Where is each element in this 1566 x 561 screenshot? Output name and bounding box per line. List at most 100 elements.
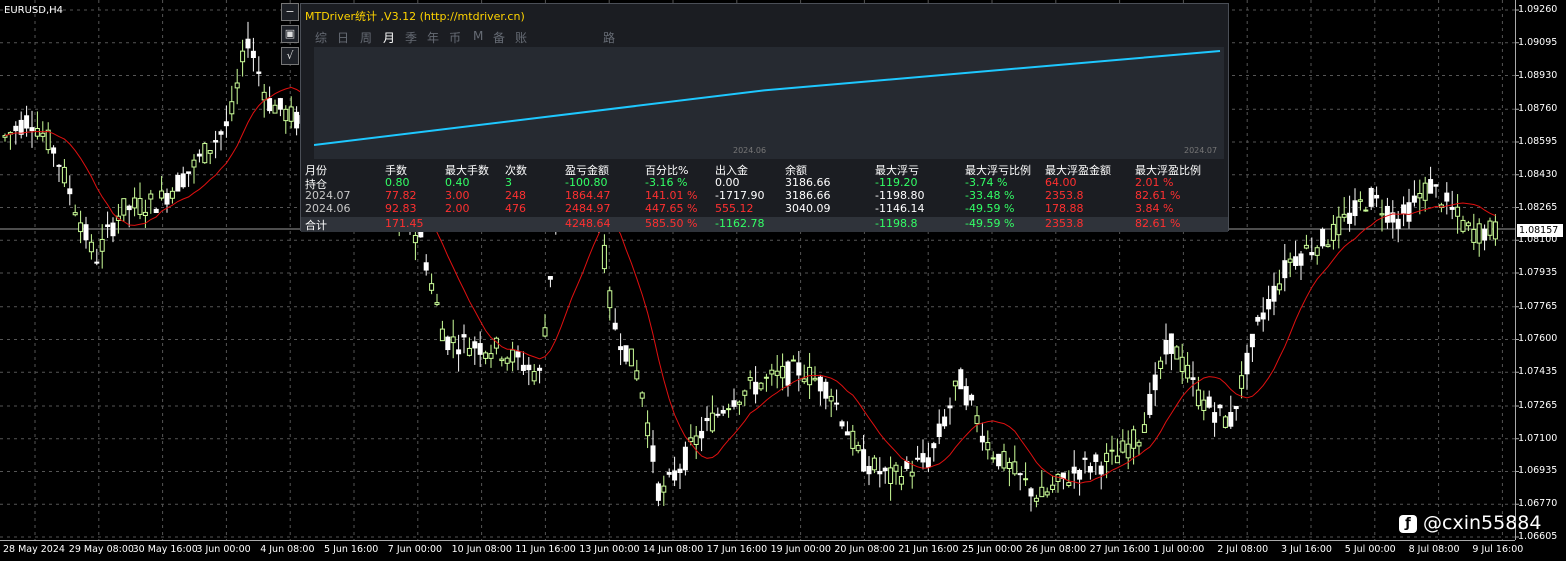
cell: -1717.90 <box>715 189 765 202</box>
bear-candle <box>817 376 823 392</box>
bull-candle <box>758 382 764 390</box>
bull-candle <box>1174 346 1180 360</box>
bear-candle <box>623 345 629 362</box>
bull-candle <box>974 415 980 425</box>
bear-candle <box>418 231 424 238</box>
bull-candle <box>88 241 94 253</box>
bull-candle <box>1287 258 1293 263</box>
bear-candle <box>1168 333 1174 354</box>
bull-candle <box>1460 219 1466 232</box>
bull-candle <box>1120 440 1126 453</box>
bear-candle <box>1282 260 1288 279</box>
bear-candle <box>1293 256 1299 266</box>
cell: 0.00 <box>715 176 740 189</box>
tab-3[interactable]: 月 <box>383 29 395 46</box>
bear-candle <box>196 153 202 157</box>
minimize-button[interactable]: − <box>281 3 299 21</box>
bull-candle <box>661 485 667 493</box>
bull-candle <box>488 353 494 359</box>
tab-1[interactable]: 日 <box>337 29 349 46</box>
bear-candle <box>277 98 283 110</box>
bear-candle <box>672 470 678 481</box>
bear-candle <box>126 205 132 211</box>
tab-6[interactable]: 币 <box>449 29 461 46</box>
bull-candle <box>1033 497 1039 502</box>
tab-5[interactable]: 年 <box>427 29 439 46</box>
bull-candle <box>132 197 138 209</box>
bear-candle <box>1384 205 1390 223</box>
time-tick-label: 28 May 2024 <box>3 544 65 555</box>
bear-candle <box>515 351 521 358</box>
bear-candle <box>1401 204 1407 214</box>
bear-candle <box>823 381 829 399</box>
bear-candle <box>877 470 883 475</box>
bear-candle <box>18 119 24 135</box>
stats-header-row: 月份 手数 最大手数 次数 盈亏金额 百分比% 出入金 余额 最大浮亏 最大浮亏比例 最大浮盈金额最… <box>301 162 1228 177</box>
bull-candle <box>1114 455 1120 464</box>
bull-candle <box>812 377 818 381</box>
bull-candle <box>1465 222 1471 227</box>
mtdriver-stats-panel: MTDriver统计 ,V3.12 (http://mtdriver.cn) 综… <box>300 3 1229 232</box>
bear-candle <box>796 362 802 376</box>
time-tick-label: 3 Jul 16:00 <box>1281 544 1332 555</box>
bull-candle <box>628 348 634 367</box>
time-tick-label: 1 Jul 00:00 <box>1153 544 1205 555</box>
tab-4[interactable]: 季 <box>405 29 417 46</box>
bear-candle <box>1077 469 1083 480</box>
price-tick-label: 1.07600 <box>1518 333 1558 345</box>
window-icon[interactable]: ▣ <box>281 25 299 43</box>
bear-candle <box>931 443 937 449</box>
bull-candle <box>61 166 67 184</box>
bear-candle <box>526 364 532 371</box>
cell: 585.50 % <box>645 217 698 230</box>
stats-row: 2024.06 92.83 2.00 476 2484.97 447.65 % 555.12… <box>301 202 1228 215</box>
bear-candle <box>1082 457 1088 460</box>
bear-candle <box>677 468 683 473</box>
tab-8[interactable]: 备 <box>493 29 505 46</box>
bear-candle <box>785 361 791 386</box>
bear-candle <box>979 435 985 443</box>
bull-candle <box>99 238 105 252</box>
bull-candle <box>1455 206 1461 217</box>
bear-candle <box>958 369 964 390</box>
tab-0[interactable]: 综 <box>315 29 327 46</box>
price-tick-label: 1.08595 <box>1518 135 1558 147</box>
price-tick-label: 1.08930 <box>1518 69 1558 81</box>
bear-candle <box>1244 352 1250 375</box>
cell: 0.80 <box>385 176 410 189</box>
bull-candle <box>137 198 143 215</box>
bull-candle <box>985 442 991 451</box>
cell: 2.01 % <box>1135 176 1174 189</box>
bull-candle <box>207 150 213 154</box>
bull-candle <box>1276 283 1282 291</box>
bear-candle <box>520 364 526 371</box>
bull-candle <box>774 370 780 376</box>
bull-candle <box>888 467 894 484</box>
tab-7[interactable]: M <box>473 29 483 43</box>
time-tick-label: 27 Jun 16:00 <box>1089 544 1150 555</box>
tab-2[interactable]: 周 <box>360 29 372 46</box>
price-tick-label: 1.06935 <box>1518 465 1558 477</box>
bear-candle <box>1152 374 1158 391</box>
watermark: ƒ @cxin55884 <box>1399 512 1541 534</box>
bull-candle <box>121 198 127 216</box>
bear-candle <box>472 341 478 349</box>
bull-candle <box>34 128 40 137</box>
bear-candle <box>1428 179 1434 194</box>
bull-candle <box>828 395 834 402</box>
price-tick-label: 1.07435 <box>1518 366 1558 378</box>
time-tick-label: 13 Jun 00:00 <box>579 544 640 555</box>
bull-candle <box>283 108 289 122</box>
check-icon[interactable]: √ <box>281 47 299 65</box>
bull-candle <box>801 378 807 383</box>
bull-candle <box>261 91 267 101</box>
bull-candle <box>709 412 715 432</box>
bear-candle <box>936 423 942 438</box>
bear-candle <box>839 421 845 427</box>
bull-candle <box>40 132 46 137</box>
bear-candle <box>715 413 721 416</box>
bull-candle <box>601 244 607 270</box>
bear-candle <box>1411 195 1417 203</box>
bear-candle <box>461 334 467 338</box>
time-tick-label: 14 Jun 08:00 <box>643 544 704 555</box>
